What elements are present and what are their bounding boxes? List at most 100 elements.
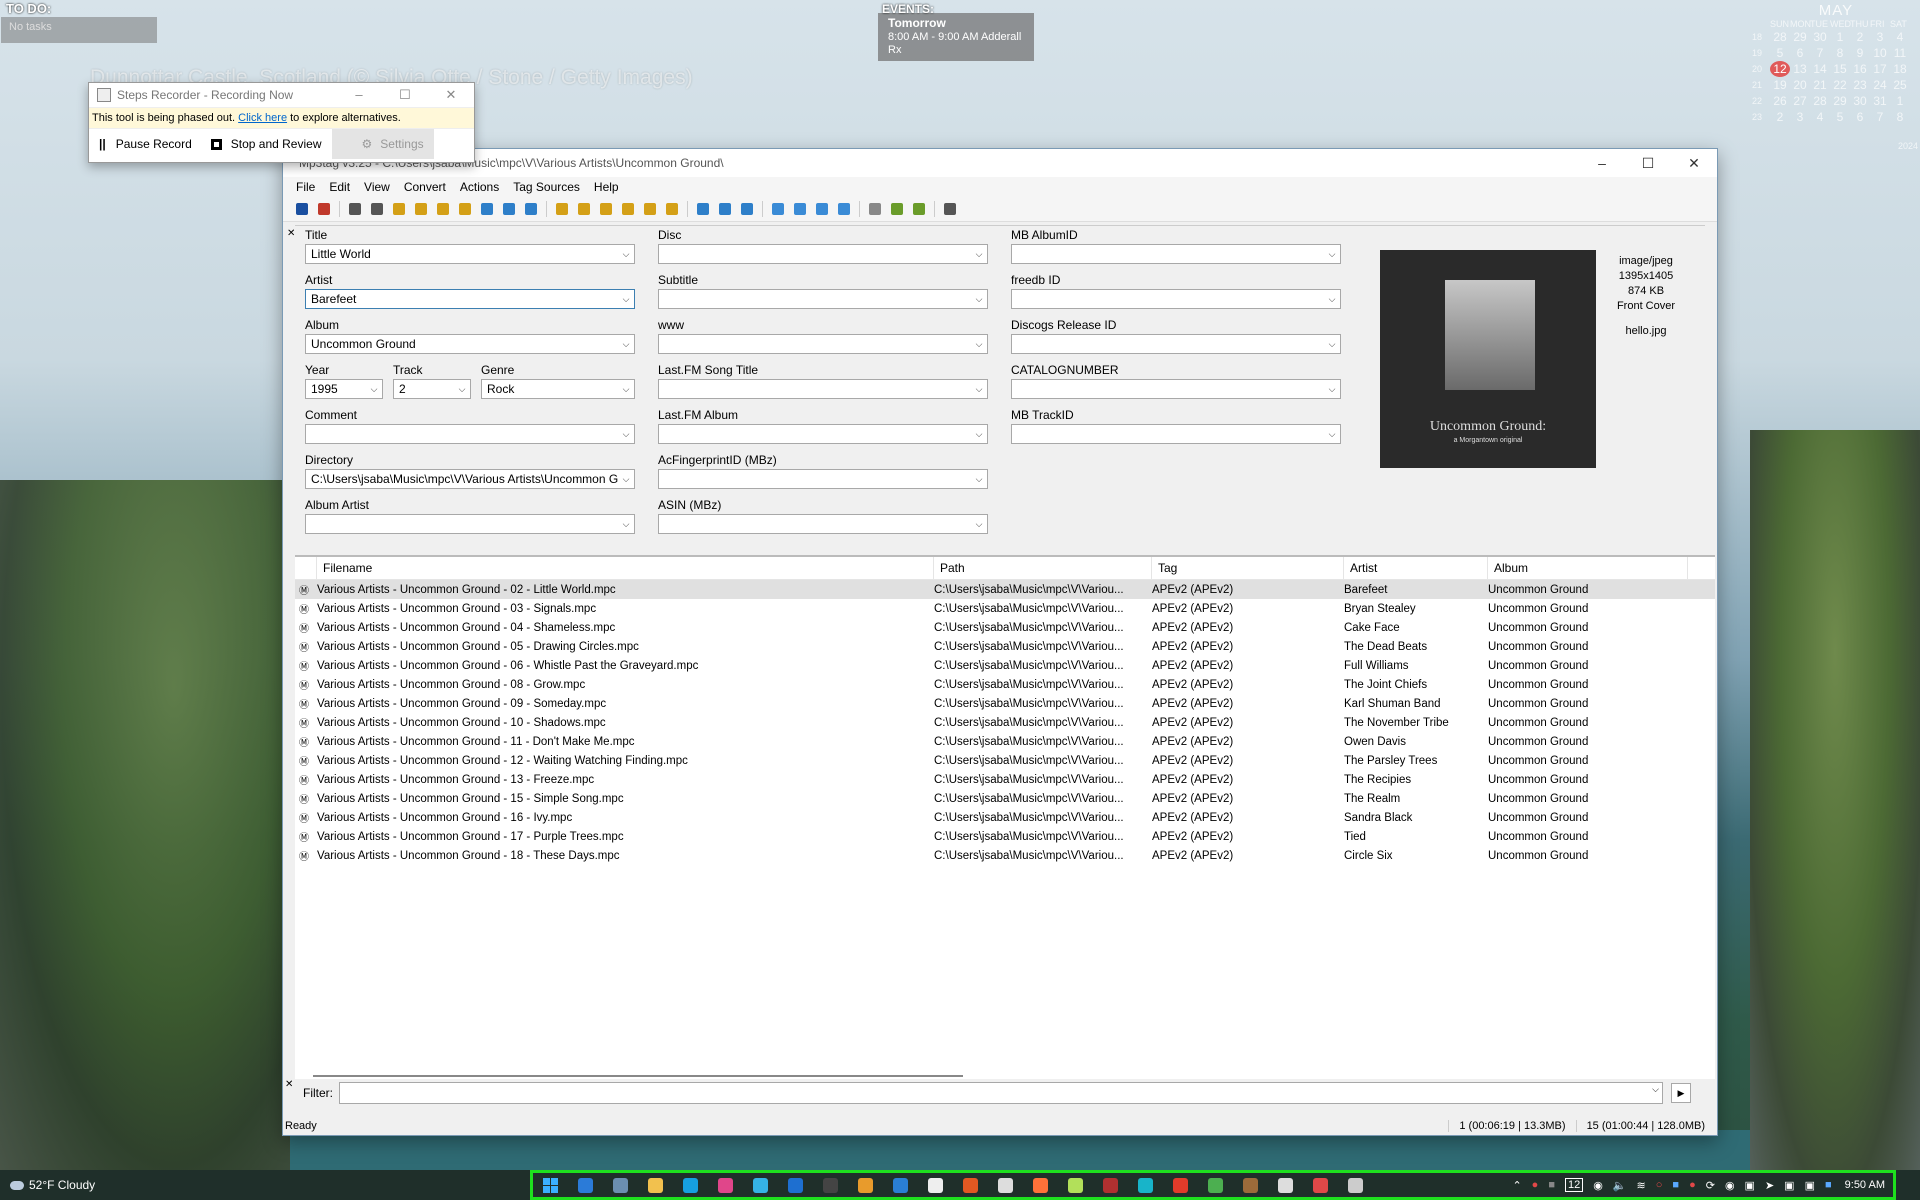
- minimize-icon[interactable]: –: [336, 87, 382, 103]
- table-row[interactable]: Ⓜ Various Artists - Uncommon Ground - 10 …: [295, 713, 1715, 732]
- lastfm-song-input[interactable]: ⌵: [658, 379, 988, 399]
- calendar-day[interactable]: 3: [1870, 29, 1890, 45]
- toolbar-button-11[interactable]: [522, 200, 540, 218]
- album-input[interactable]: Uncommon Ground ⌵: [305, 334, 635, 354]
- toolbar-button-22[interactable]: [791, 200, 809, 218]
- calendar-day[interactable]: 26: [1770, 93, 1790, 109]
- calendar-day[interactable]: 2: [1850, 29, 1870, 45]
- tray-app-icon[interactable]: ▣: [1784, 1179, 1794, 1192]
- tray-app-icon[interactable]: ■: [1672, 1179, 1679, 1191]
- mb-trackid-input[interactable]: ⌵: [1011, 424, 1341, 444]
- taskbar-app-19[interactable]: [1204, 1174, 1226, 1196]
- taskbar-app-12[interactable]: [959, 1174, 981, 1196]
- toolbar-button-13[interactable]: [575, 200, 593, 218]
- tray-app-icon[interactable]: ○: [1656, 1179, 1663, 1191]
- chevron-down-icon[interactable]: ⌵: [454, 380, 470, 398]
- calendar-day[interactable]: 6: [1790, 45, 1810, 61]
- chevron-down-icon[interactable]: ⌵: [971, 425, 987, 443]
- taskbar-app-4[interactable]: [679, 1174, 701, 1196]
- calendar-day[interactable]: 1: [1830, 29, 1850, 45]
- toolbar-button-7[interactable]: [434, 200, 452, 218]
- table-row[interactable]: Ⓜ Various Artists - Uncommon Ground - 08 …: [295, 675, 1715, 694]
- chevron-down-icon[interactable]: ⌵: [1652, 1084, 1659, 1095]
- chevron-down-icon[interactable]: ⌵: [971, 245, 987, 263]
- toolbar-button-9[interactable]: [478, 200, 496, 218]
- send-icon[interactable]: ➤: [1765, 1179, 1774, 1192]
- toolbar-button-28[interactable]: [941, 200, 959, 218]
- chevron-down-icon[interactable]: ⌵: [366, 380, 382, 398]
- calendar-day[interactable]: 3: [1790, 109, 1810, 125]
- calendar-day[interactable]: 17: [1870, 61, 1890, 77]
- calendar-day[interactable]: 8: [1830, 45, 1850, 61]
- toolbar-button-16[interactable]: [641, 200, 659, 218]
- toolbar-button-14[interactable]: [597, 200, 615, 218]
- taskbar-app-21[interactable]: [1274, 1174, 1296, 1196]
- table-row[interactable]: Ⓜ Various Artists - Uncommon Ground - 15 …: [295, 789, 1715, 808]
- title-input[interactable]: Little World ⌵: [305, 244, 635, 264]
- tray-app-icon[interactable]: ▣: [1745, 1179, 1755, 1192]
- filter-input[interactable]: ⌵: [339, 1082, 1663, 1104]
- chevron-down-icon[interactable]: ⌵: [971, 335, 987, 353]
- calendar-day[interactable]: 27: [1790, 93, 1810, 109]
- taskbar-app-22[interactable]: [1309, 1174, 1331, 1196]
- calendar-day[interactable]: 1: [1890, 93, 1910, 109]
- comment-input[interactable]: ⌵: [305, 424, 635, 444]
- genre-select[interactable]: Rock ⌵: [481, 379, 635, 399]
- toolbar-button-25[interactable]: [866, 200, 884, 218]
- taskbar-app-3[interactable]: [644, 1174, 666, 1196]
- calendar-day[interactable]: 31: [1870, 93, 1890, 109]
- column-tag[interactable]: Tag: [1152, 557, 1344, 579]
- table-row[interactable]: Ⓜ Various Artists - Uncommon Ground - 05 …: [295, 637, 1715, 656]
- menu-help[interactable]: Help: [587, 180, 626, 194]
- taskbar-app-20[interactable]: [1239, 1174, 1261, 1196]
- toolbar-button-26[interactable]: [888, 200, 906, 218]
- calendar-day[interactable]: 22: [1830, 77, 1850, 93]
- toolbar-button-17[interactable]: [663, 200, 681, 218]
- table-row[interactable]: Ⓜ Various Artists - Uncommon Ground - 06 …: [295, 656, 1715, 675]
- taskbar-app-6[interactable]: [749, 1174, 771, 1196]
- wifi-icon[interactable]: ≋: [1637, 1179, 1646, 1192]
- chevron-down-icon[interactable]: ⌵: [618, 335, 634, 353]
- toolbar-button-18[interactable]: [694, 200, 712, 218]
- toolbar-button-23[interactable]: [813, 200, 831, 218]
- pause-record-button[interactable]: || Pause Record: [89, 129, 202, 159]
- column-album[interactable]: Album: [1488, 557, 1688, 579]
- tray-app-icon[interactable]: ●: [1532, 1179, 1539, 1191]
- toolbar-button-20[interactable]: [738, 200, 756, 218]
- column-path[interactable]: Path: [934, 557, 1152, 579]
- calendar-day[interactable]: 16: [1850, 61, 1870, 77]
- alternatives-link[interactable]: Click here: [238, 112, 287, 124]
- close-panel-icon[interactable]: ✕: [287, 228, 295, 239]
- taskbar-app-15[interactable]: [1064, 1174, 1086, 1196]
- freedb-input[interactable]: ⌵: [1011, 289, 1341, 309]
- taskbar-app-9[interactable]: [854, 1174, 876, 1196]
- calendar-day[interactable]: 4: [1890, 29, 1910, 45]
- toolbar-button-2[interactable]: [315, 200, 333, 218]
- tray-app-icon[interactable]: ■: [1825, 1179, 1832, 1191]
- chevron-down-icon[interactable]: ⌵: [618, 245, 634, 263]
- toolbar-button-19[interactable]: [716, 200, 734, 218]
- close-icon[interactable]: ✕: [428, 87, 474, 103]
- asin-input[interactable]: ⌵: [658, 514, 988, 534]
- discogs-input[interactable]: ⌵: [1011, 334, 1341, 354]
- toolbar-button-10[interactable]: [500, 200, 518, 218]
- taskbar-app-8[interactable]: [819, 1174, 841, 1196]
- taskbar-app-10[interactable]: [889, 1174, 911, 1196]
- acfingerprint-input[interactable]: ⌵: [658, 469, 988, 489]
- table-row[interactable]: Ⓜ Various Artists - Uncommon Ground - 11 …: [295, 732, 1715, 751]
- track-input[interactable]: 2 ⌵: [393, 379, 471, 399]
- table-row[interactable]: Ⓜ Various Artists - Uncommon Ground - 17 …: [295, 827, 1715, 846]
- chevron-down-icon[interactable]: ⌵: [1324, 425, 1340, 443]
- toolbar-button-5[interactable]: [390, 200, 408, 218]
- chevron-down-icon[interactable]: ⌵: [1324, 380, 1340, 398]
- toolbar-button-12[interactable]: [553, 200, 571, 218]
- close-filter-icon[interactable]: ✕: [285, 1079, 293, 1090]
- filter-go-button[interactable]: ▶: [1671, 1083, 1691, 1103]
- taskbar-app-11[interactable]: [924, 1174, 946, 1196]
- chevron-down-icon[interactable]: ⌵: [618, 515, 634, 533]
- menu-view[interactable]: View: [357, 180, 397, 194]
- menu-file[interactable]: File: [289, 180, 322, 194]
- steps-recorder-titlebar[interactable]: Steps Recorder - Recording Now – ☐ ✕: [89, 83, 474, 107]
- menu-edit[interactable]: Edit: [322, 180, 357, 194]
- taskbar-app-14[interactable]: [1029, 1174, 1051, 1196]
